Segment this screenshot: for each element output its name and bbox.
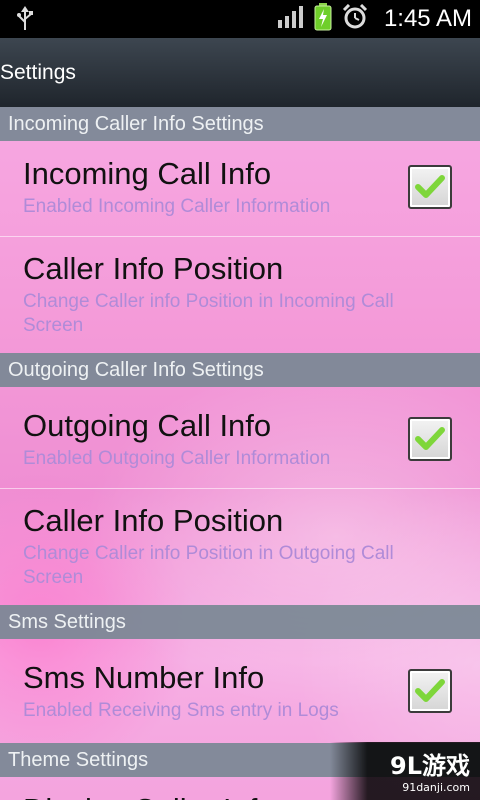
watermark-logo: 9L游戏 91danji.com: [330, 742, 480, 800]
pref-outgoing-caller-info-position[interactable]: Caller Info Position Change Caller info …: [0, 489, 480, 603]
outgoing-call-info-checkbox[interactable]: [408, 417, 452, 461]
alarm-icon: [342, 3, 368, 34]
page-title: Settings: [0, 61, 76, 84]
checkmark-icon: [415, 679, 445, 702]
title-bar: Settings: [0, 38, 480, 109]
usb-icon: [16, 6, 34, 36]
pref-summary: Enabled Incoming Caller Information: [23, 196, 331, 217]
pref-incoming-caller-info-position[interactable]: Caller Info Position Change Caller info …: [0, 237, 480, 351]
pref-summary: Change Caller info Position in Outgoing …: [23, 543, 394, 588]
watermark-brand: 9L游戏: [390, 752, 470, 780]
incoming-call-info-checkbox[interactable]: [408, 165, 452, 209]
clock-time: 1:45 AM: [383, 5, 472, 32]
pref-summary: Change Caller info Position in Incoming …: [23, 291, 394, 336]
watermark-site: 91danji.com: [402, 781, 470, 794]
status-bar: 1:45 AM: [0, 0, 480, 38]
pref-title: Caller Info Position: [23, 251, 284, 286]
sms-number-info-checkbox[interactable]: [408, 669, 452, 713]
section-header-incoming: Incoming Caller Info Settings: [0, 107, 480, 141]
section-header-sms: Sms Settings: [0, 605, 480, 639]
section-header-outgoing: Outgoing Caller Info Settings: [0, 353, 480, 387]
checkmark-icon: [415, 427, 445, 450]
pref-summary: Enabled Receiving Sms entry in Logs: [23, 700, 339, 721]
checkmark-icon: [415, 175, 445, 198]
pref-summary: Enabled Outgoing Caller Information: [23, 448, 331, 469]
pref-title: Caller Info Position: [23, 503, 284, 538]
battery-charging-icon: [314, 3, 332, 35]
signal-icon: [277, 6, 304, 32]
settings-list: Incoming Caller Info Settings Incoming C…: [0, 107, 480, 800]
